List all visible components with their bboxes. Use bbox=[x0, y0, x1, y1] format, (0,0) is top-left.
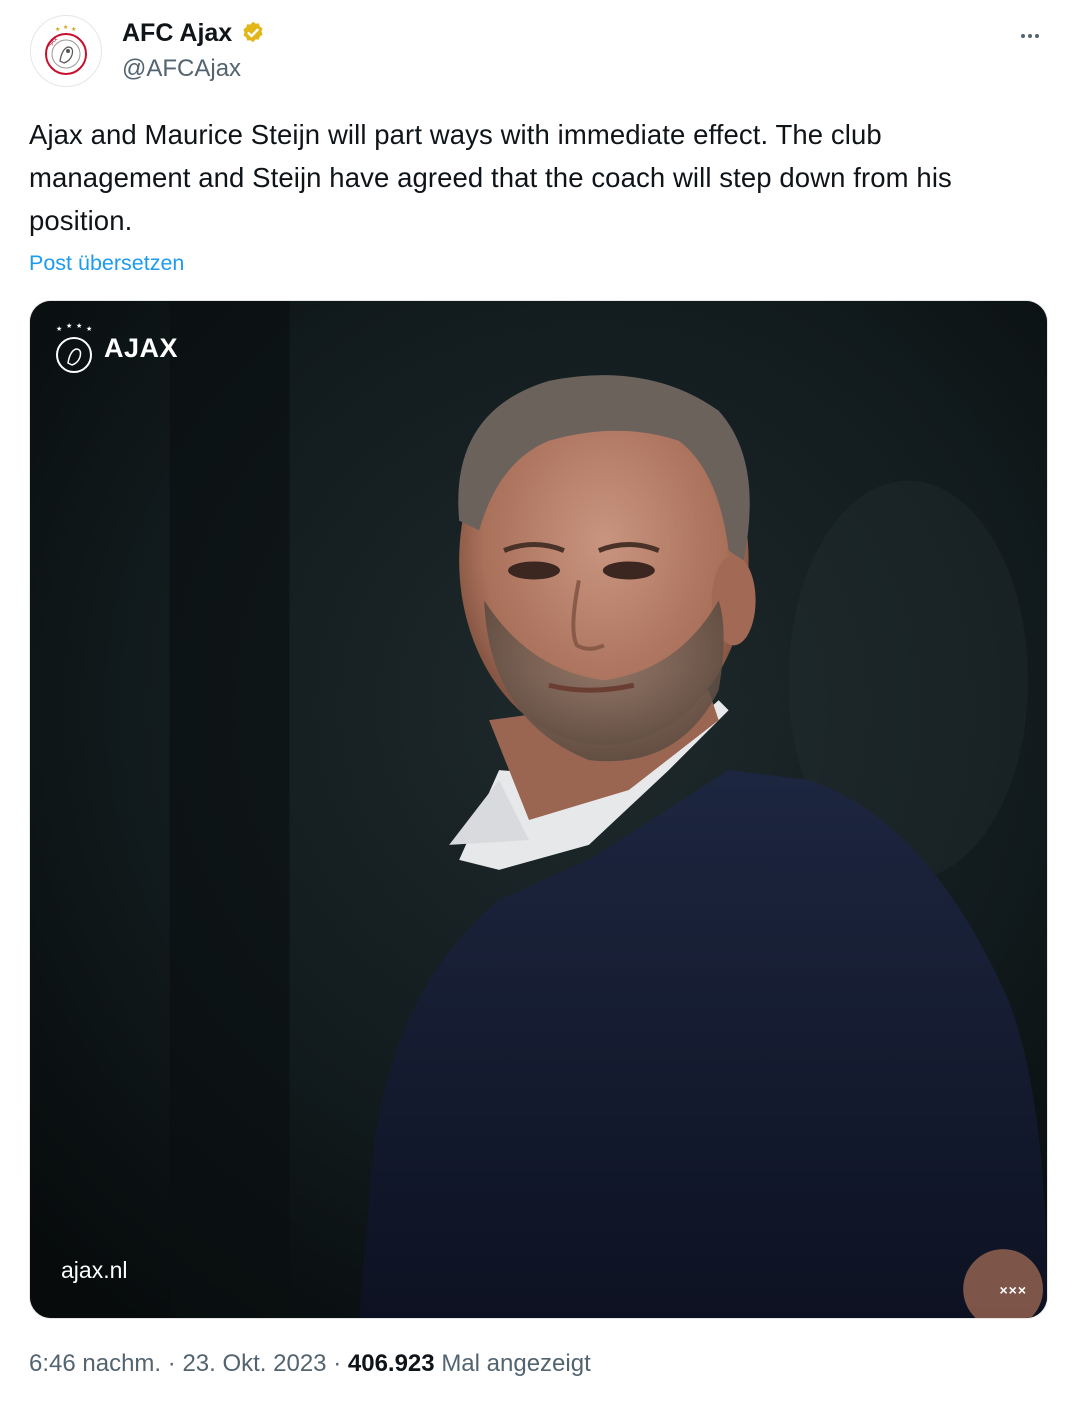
author-name-row[interactable]: AFC Ajax bbox=[122, 18, 266, 48]
author-avatar[interactable]: AJAX ★ ★ ★ bbox=[30, 15, 102, 87]
views-count: 406.923 bbox=[347, 1350, 435, 1377]
tweet-text: Ajax and Maurice Steijn will part ways w… bbox=[29, 119, 952, 236]
meta-separator: · bbox=[167, 1350, 176, 1377]
svg-text:★: ★ bbox=[55, 26, 60, 33]
svg-text:★: ★ bbox=[86, 325, 92, 333]
more-options-button[interactable] bbox=[1012, 18, 1048, 54]
tweet-meta: 6:46 nachm. · 23. Okt. 2023 · 406.923 Ma… bbox=[29, 1349, 591, 1379]
watermark-xxx-mark: ××× bbox=[999, 1282, 1027, 1298]
watermark-text: AJAX bbox=[104, 332, 179, 363]
translate-post-link[interactable]: Post übersetzen bbox=[29, 249, 184, 277]
author-display-name[interactable]: AFC Ajax bbox=[122, 18, 232, 48]
svg-text:★: ★ bbox=[56, 325, 62, 333]
more-horizontal-icon bbox=[1021, 34, 1039, 38]
meta-separator: · bbox=[333, 1350, 342, 1377]
svg-text:★: ★ bbox=[76, 322, 82, 330]
svg-text:★: ★ bbox=[66, 322, 72, 330]
tweet-media-image[interactable]: ★ ★ ★ ★ AJAX ajax.nl ××× bbox=[29, 300, 1048, 1319]
views-label: Mal angezeigt bbox=[441, 1350, 591, 1377]
watermark-site: ajax.nl bbox=[61, 1257, 128, 1283]
svg-text:★: ★ bbox=[71, 26, 76, 33]
svg-text:AJAX: AJAX bbox=[46, 36, 59, 48]
svg-text:★: ★ bbox=[63, 24, 68, 31]
verified-gold-badge-icon[interactable] bbox=[240, 20, 266, 46]
portrait-photo bbox=[30, 301, 1047, 1318]
tweet-date: 23. Okt. 2023 bbox=[182, 1350, 327, 1377]
ajax-crest-icon: AJAX ★ ★ ★ bbox=[45, 24, 87, 75]
author-handle[interactable]: @AFCAjax bbox=[122, 54, 241, 84]
ajax-crest-watermark-icon: ★ ★ ★ ★ bbox=[56, 322, 92, 373]
tweet-time: 6:46 nachm. bbox=[29, 1350, 162, 1377]
ajax-watermark-logo: ★ ★ ★ ★ AJAX bbox=[50, 321, 178, 375]
tweet-time-link[interactable]: 6:46 nachm. · 23. Okt. 2023 bbox=[29, 1350, 327, 1377]
